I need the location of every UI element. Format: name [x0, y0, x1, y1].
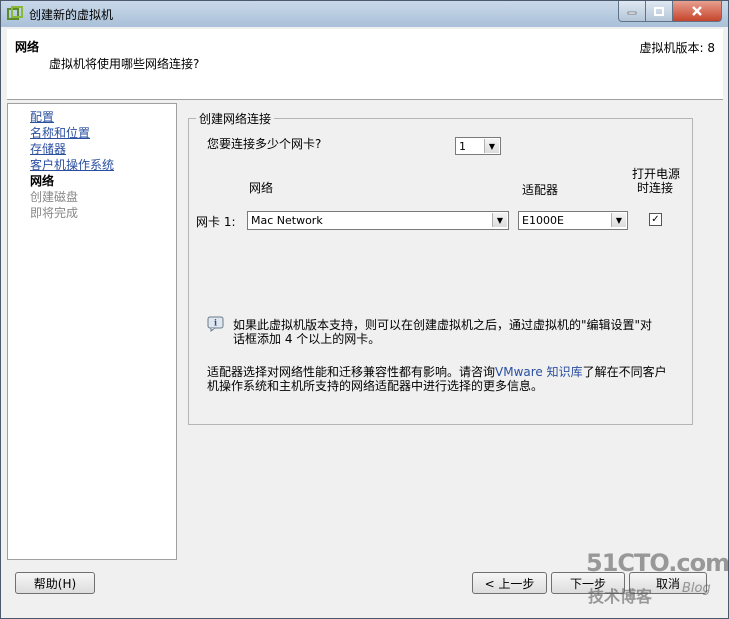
maximize-button[interactable]: [645, 1, 673, 22]
nav-step-ready-complete: 即将完成: [30, 206, 79, 220]
close-icon: [692, 6, 702, 16]
group-legend: 创建网络连接: [196, 110, 275, 127]
create-network-group: 创建网络连接 您要连接多少个网卡? 1 ▼ 网络 适配器 打开电源 时连接 网卡…: [188, 110, 693, 425]
network-column-header: 网络: [249, 181, 274, 195]
adapter-column-header: 适配器: [522, 183, 559, 197]
nav-step-network: 网络: [30, 174, 55, 188]
wizard-window: 创建新的虚拟机 网络 虚拟机将使用哪些网络连接? 虚拟机版本: 8 配置 名称和…: [0, 0, 729, 619]
nic-count-value: 1: [459, 140, 466, 153]
power-on-column-header-line2: 时连接: [637, 181, 674, 195]
info-icon: i: [207, 316, 224, 332]
nic-count-select[interactable]: 1 ▼: [455, 137, 501, 155]
title-bar[interactable]: 创建新的虚拟机: [1, 1, 728, 27]
maximize-icon: [654, 6, 664, 16]
nic1-connect-at-power-on-checkbox[interactable]: ✓: [649, 213, 662, 226]
back-button[interactable]: < 上一步: [472, 572, 547, 594]
nic1-network-value: Mac Network: [251, 214, 323, 227]
nav-step-create-disk: 创建磁盘: [30, 190, 79, 204]
nav-step-config[interactable]: 配置: [30, 109, 54, 125]
wizard-button-bar: 帮助(H) < 上一步 下一步 取消: [7, 561, 723, 613]
nav-step-name-location[interactable]: 名称和位置: [30, 125, 90, 141]
wizard-step-nav: 配置 名称和位置 存储器 客户机操作系统 网络 创建磁盘 即将完成: [7, 103, 177, 560]
help-button[interactable]: 帮助(H): [15, 572, 95, 594]
next-button[interactable]: 下一步: [551, 572, 625, 594]
cancel-button[interactable]: 取消: [629, 572, 707, 594]
info-text-line2: 话框添加 4 个以上的网卡。: [233, 332, 381, 346]
chevron-down-icon: ▼: [492, 213, 507, 227]
wizard-header: 网络 虚拟机将使用哪些网络连接? 虚拟机版本: 8: [7, 29, 723, 100]
nic1-label: 网卡 1:: [196, 215, 236, 229]
chevron-down-icon: ▼: [484, 139, 499, 153]
page-subtitle: 虚拟机将使用哪些网络连接?: [49, 57, 200, 71]
wizard-body: 配置 名称和位置 存储器 客户机操作系统 网络 创建磁盘 即将完成 创建网络连接…: [7, 100, 723, 560]
window-title: 创建新的虚拟机: [29, 8, 114, 22]
minimize-icon: [627, 11, 637, 15]
adapter-note-line2: 机操作系统和主机所支持的网络适配器中进行选择的更多信息。: [207, 379, 544, 393]
vm-app-icon: [7, 6, 23, 20]
nic-count-label: 您要连接多少个网卡?: [207, 137, 322, 151]
nic1-adapter-value: E1000E: [522, 214, 564, 227]
page-title: 网络: [15, 40, 40, 54]
svg-text:i: i: [214, 318, 217, 328]
network-panel: 创建网络连接 您要连接多少个网卡? 1 ▼ 网络 适配器 打开电源 时连接 网卡…: [177, 103, 723, 558]
close-button[interactable]: [672, 1, 722, 22]
nic1-network-select[interactable]: Mac Network ▼: [247, 211, 509, 230]
minimize-button[interactable]: [618, 1, 646, 22]
nav-step-storage[interactable]: 存储器: [30, 141, 66, 157]
nic1-adapter-select[interactable]: E1000E ▼: [518, 211, 628, 230]
vm-version-label: 虚拟机版本: 8: [639, 41, 716, 55]
nav-step-guest-os[interactable]: 客户机操作系统: [30, 157, 114, 173]
adapter-note-text-end: 了解在不同客户: [582, 365, 667, 379]
chevron-down-icon: ▼: [611, 213, 626, 227]
